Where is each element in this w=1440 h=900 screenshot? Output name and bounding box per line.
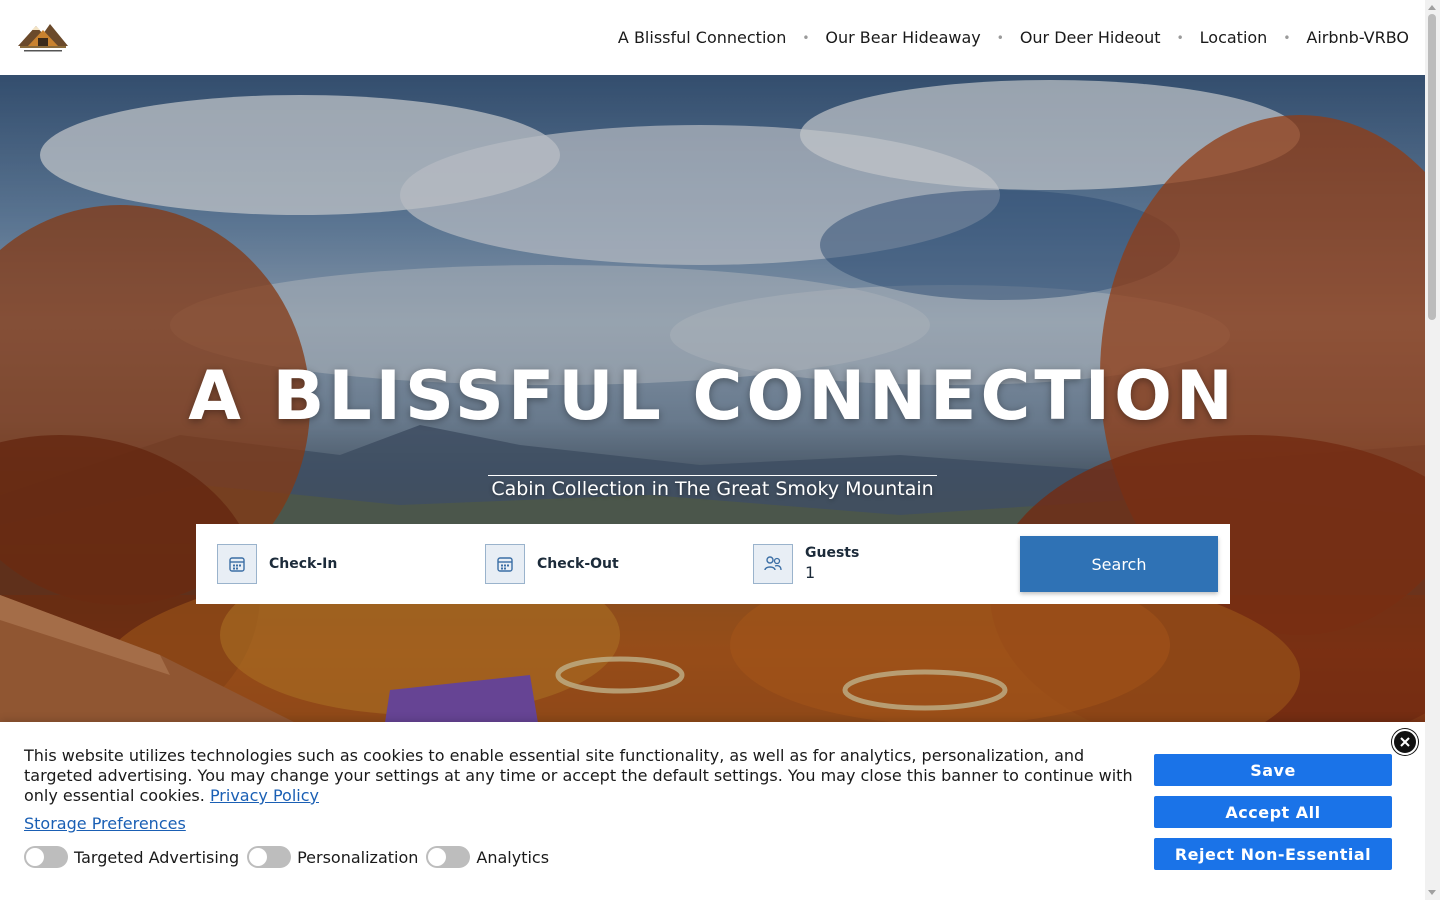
close-banner-button[interactable] (1392, 729, 1418, 755)
guests-label: Guests (805, 545, 860, 562)
calendar-icon (485, 544, 525, 584)
toggle-knob (249, 848, 268, 866)
save-button[interactable]: Save (1154, 754, 1392, 786)
guests-value: 1 (805, 562, 816, 582)
analytics-toggle[interactable] (426, 846, 471, 868)
booking-search-bar: Check-In Check-Out Guests 1 Search (196, 524, 1230, 604)
nav-item-a-blissful-connection[interactable]: A Blissful Connection (618, 28, 786, 47)
analytics-label: Analytics (476, 847, 550, 867)
calendar-icon (217, 544, 257, 584)
search-button[interactable]: Search (1020, 536, 1218, 592)
nav-item-our-deer-hideout[interactable]: Our Deer Hideout (1020, 28, 1161, 47)
checkout-field[interactable]: Check-Out (485, 544, 619, 584)
nav-separator: • (1283, 30, 1291, 45)
close-icon (1400, 737, 1410, 747)
toggle-knob (26, 848, 44, 866)
personalization-label: Personalization (297, 847, 419, 867)
checkin-field[interactable]: Check-In (217, 544, 337, 584)
personalization-toggle[interactable] (247, 846, 292, 868)
storage-preferences-link[interactable]: Storage Preferences (24, 814, 186, 833)
nav-item-our-bear-hideaway[interactable]: Our Bear Hideaway (825, 28, 980, 47)
cookie-message: This website utilizes technologies such … (24, 746, 1133, 805)
checkout-label: Check-Out (537, 556, 619, 572)
accept-all-button[interactable]: Accept All (1154, 796, 1392, 828)
nav-item-location[interactable]: Location (1200, 28, 1268, 47)
site-header: A Blissful Connection • Our Bear Hideawa… (0, 0, 1425, 75)
scroll-down-arrow-icon[interactable] (1428, 890, 1436, 895)
scrollbar-thumb[interactable] (1428, 14, 1436, 320)
hero-subtitle: Cabin Collection in The Great Smoky Moun… (491, 478, 934, 500)
privacy-policy-link[interactable]: Privacy Policy (210, 786, 319, 805)
hero-divider (488, 475, 937, 476)
cookie-notice-text: This website utilizes technologies such … (24, 746, 1139, 806)
page-scrollbar[interactable] (1425, 0, 1440, 900)
nav-separator: • (996, 30, 1004, 45)
nav-separator: • (802, 30, 810, 45)
guests-text: Guests 1 (805, 545, 859, 583)
cookie-toggles: Targeted Advertising Personalization Ana… (24, 846, 557, 868)
targeted-advertising-toggle[interactable] (24, 846, 68, 868)
cookie-banner: This website utilizes technologies such … (0, 722, 1425, 900)
toggle-knob (428, 848, 447, 866)
guests-icon (753, 544, 793, 584)
targeted-advertising-label: Targeted Advertising (74, 847, 240, 867)
reject-non-essential-button[interactable]: Reject Non-Essential (1154, 838, 1392, 870)
checkin-label: Check-In (269, 556, 338, 572)
main-nav: A Blissful Connection • Our Bear Hideawa… (618, 0, 1409, 75)
guests-field[interactable]: Guests 1 (753, 544, 859, 584)
hero-title: A BLISSFUL CONNECTION (188, 357, 1237, 436)
nav-separator: • (1176, 30, 1184, 45)
site-logo[interactable] (14, 16, 72, 58)
scroll-up-arrow-icon[interactable] (1428, 5, 1436, 10)
nav-item-airbnb-vrbo[interactable]: Airbnb-VRBO (1306, 28, 1409, 47)
